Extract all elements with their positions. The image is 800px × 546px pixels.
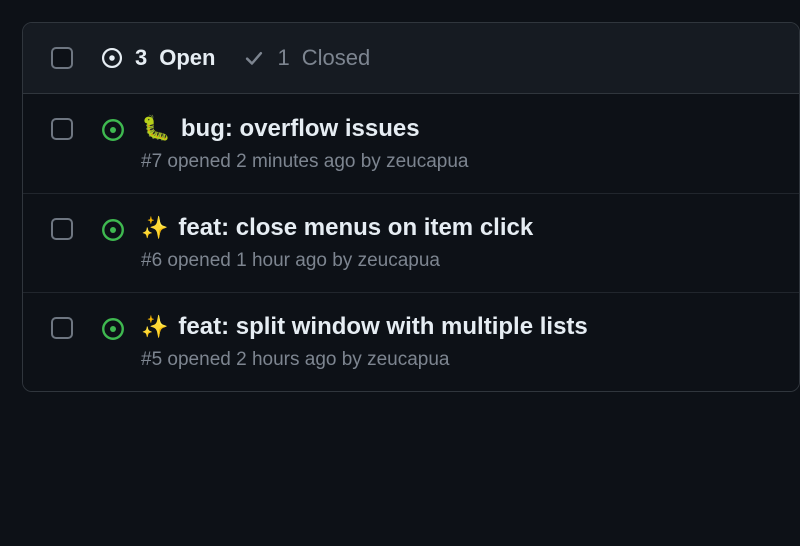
issue-open-icon (101, 118, 125, 142)
issue-meta: #7 opened 2 minutes ago by zeucapua (141, 151, 468, 173)
issue-emoji: 🐛 (141, 114, 171, 143)
issue-content: ✨ feat: close menus on item click #6 ope… (101, 214, 771, 272)
issue-row: ✨ feat: split window with multiple lists… (23, 293, 799, 391)
issue-title[interactable]: feat: split window with multiple lists (178, 313, 587, 341)
closed-label: Closed (302, 45, 370, 71)
tab-closed[interactable]: 1 Closed (243, 45, 370, 71)
list-header: 3 Open 1 Closed (23, 23, 799, 94)
issue-open-icon (101, 317, 125, 341)
issue-content: 🐛 bug: overflow issues #7 opened 2 minut… (101, 114, 771, 173)
issue-meta: #5 opened 2 hours ago by zeucapua (141, 349, 588, 371)
issue-emoji: ✨ (141, 215, 168, 241)
issue-meta: #6 opened 1 hour ago by zeucapua (141, 250, 533, 272)
issue-row: 🐛 bug: overflow issues #7 opened 2 minut… (23, 94, 799, 194)
closed-count: 1 (277, 45, 289, 71)
issue-open-icon (101, 218, 125, 242)
issue-checkbox[interactable] (51, 218, 73, 240)
issue-title[interactable]: bug: overflow issues (181, 115, 420, 143)
open-label: Open (159, 45, 215, 71)
select-all-checkbox[interactable] (51, 47, 73, 69)
issue-list: 3 Open 1 Closed (22, 22, 800, 392)
issue-title[interactable]: feat: close menus on item click (178, 214, 533, 242)
issue-checkbox[interactable] (51, 317, 73, 339)
issue-open-icon (101, 47, 123, 69)
issue-content: ✨ feat: split window with multiple lists… (101, 313, 771, 371)
issue-row: ✨ feat: close menus on item click #6 ope… (23, 194, 799, 293)
open-count: 3 (135, 45, 147, 71)
issue-checkbox[interactable] (51, 118, 73, 140)
header-tabs: 3 Open 1 Closed (101, 45, 370, 71)
tab-open[interactable]: 3 Open (101, 45, 215, 71)
issue-emoji: ✨ (141, 314, 168, 340)
check-icon (243, 47, 265, 69)
